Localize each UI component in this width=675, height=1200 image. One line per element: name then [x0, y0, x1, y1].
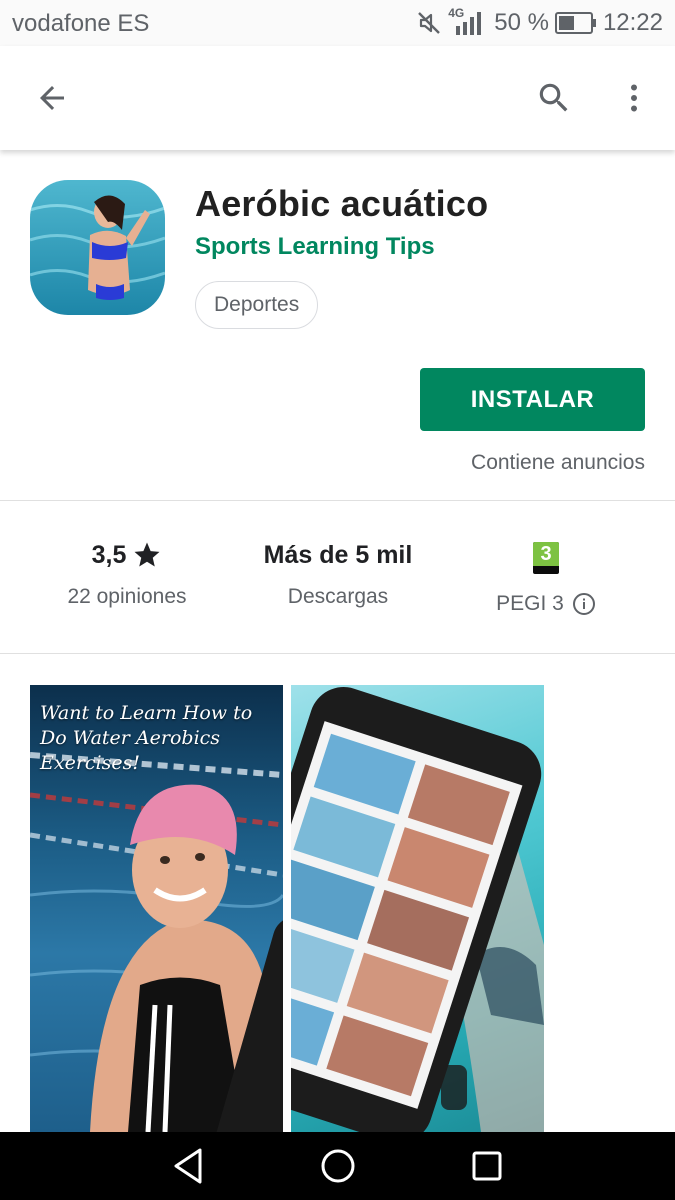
- screenshot-1[interactable]: Want to Learn How to Do Water Aerobics E…: [30, 685, 283, 1132]
- rating-value: 3,5: [91, 540, 127, 569]
- status-bar: vodafone ES 4G 50 % 12:22: [0, 0, 675, 46]
- app-title: Aeróbic acuático: [195, 183, 489, 224]
- app-icon: [30, 180, 165, 315]
- contains-ads-note: Contiene anuncios: [471, 451, 645, 474]
- install-button[interactable]: INSTALAR: [420, 368, 645, 431]
- downloads-stat: Más de 5 mil Descargas: [238, 535, 438, 609]
- nav-recents-button[interactable]: [463, 1142, 511, 1190]
- top-app-bar: [0, 46, 675, 150]
- search-button[interactable]: [526, 70, 582, 126]
- nav-back-button[interactable]: [164, 1142, 212, 1190]
- nav-home-icon: [321, 1149, 355, 1183]
- nav-recents-icon: [472, 1151, 502, 1181]
- developer-link[interactable]: Sports Learning Tips: [195, 233, 435, 261]
- screenshot-caption: Want to Learn How to Do Water Aerobics E…: [40, 702, 253, 774]
- nav-home-button[interactable]: [314, 1142, 362, 1190]
- nav-back-icon: [174, 1148, 202, 1184]
- pegi-stat[interactable]: 3 PEGI 3: [446, 538, 646, 616]
- category-chip[interactable]: Deportes: [195, 281, 319, 329]
- system-nav-bar: [0, 1132, 675, 1200]
- clock: 12:22: [602, 9, 663, 36]
- more-options-button[interactable]: [606, 70, 662, 126]
- rating-stat[interactable]: 3,5 22 opiniones: [27, 535, 227, 609]
- more-vert-icon: [631, 84, 637, 112]
- divider: [0, 653, 675, 654]
- arrow-back-icon: [40, 86, 64, 110]
- battery-icon: [554, 12, 596, 34]
- network-indicator: 4G: [448, 6, 488, 38]
- divider: [0, 500, 675, 501]
- mute-icon: [418, 12, 441, 34]
- rating-count: 22 opiniones: [67, 585, 187, 608]
- pegi-label: PEGI 3: [496, 592, 564, 615]
- info-icon[interactable]: [572, 592, 596, 616]
- downloads-value: Más de 5 mil: [263, 540, 413, 569]
- battery-percent: 50 %: [494, 9, 549, 36]
- signal-icon: [456, 12, 482, 35]
- downloads-label: Descargas: [287, 585, 389, 608]
- back-button[interactable]: [24, 70, 80, 126]
- pegi-number: 3: [533, 542, 559, 566]
- status-icons: 4G 50 % 12:22: [416, 6, 663, 38]
- carrier-name: vodafone ES: [12, 10, 150, 37]
- pegi-badge: 3: [533, 542, 559, 574]
- screenshot-2[interactable]: [291, 685, 544, 1132]
- star-icon: [134, 542, 160, 567]
- search-icon: [539, 83, 568, 112]
